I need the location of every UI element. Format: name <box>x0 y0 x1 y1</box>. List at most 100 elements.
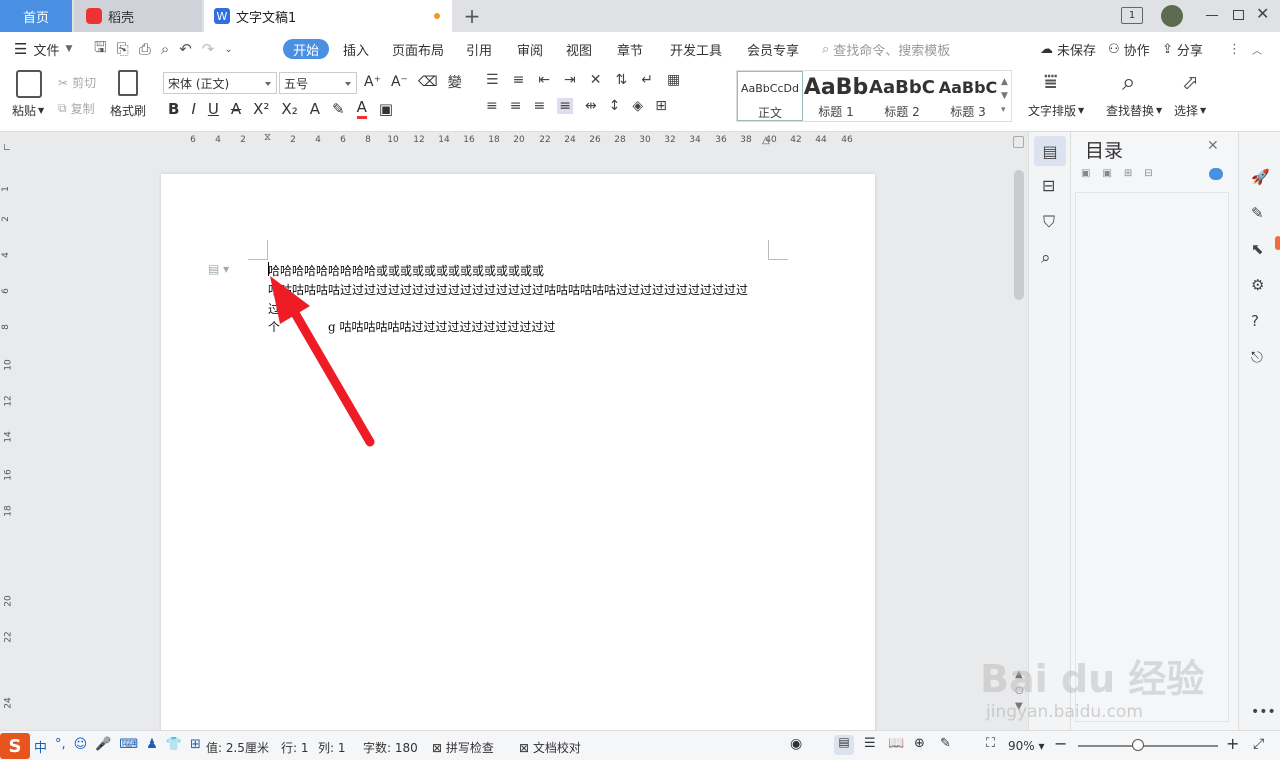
bookmark-icon[interactable]: ⛉ <box>1043 212 1055 232</box>
vertical-ruler[interactable]: 1 2 4 6 8 10 12 14 16 18 20 22 24 <box>0 150 18 730</box>
right-indent-marker-icon[interactable]: △ <box>762 135 770 146</box>
web-view-icon[interactable]: ⊕ <box>914 736 925 751</box>
select-button[interactable]: 选择 ▼ <box>1174 102 1206 119</box>
undo-icon[interactable]: ↶ <box>179 40 192 58</box>
page-view-icon[interactable]: ▤ <box>834 735 854 755</box>
font-name-select[interactable]: 宋体 (正文) <box>163 72 277 94</box>
line-spacing-icon[interactable]: ↕ <box>609 98 621 114</box>
new-tab-button[interactable]: + <box>460 4 484 28</box>
highlight-icon[interactable]: ✎ <box>332 100 345 118</box>
backup-icon[interactable]: ⎋ <box>1251 348 1263 366</box>
redo-icon[interactable]: ↷ <box>202 40 215 58</box>
tab-start[interactable]: 开始 <box>283 39 330 59</box>
minimize-icon[interactable] <box>1206 15 1218 16</box>
tab-daoke[interactable]: 稻壳 <box>74 0 202 32</box>
align-right-icon[interactable]: ≡ <box>533 98 545 114</box>
tab-member[interactable]: 会员专享 <box>747 32 799 66</box>
justify-icon[interactable]: ≡ <box>557 98 573 114</box>
style-normal[interactable]: AaBbCcDd 正文 <box>737 71 803 121</box>
style-heading3[interactable]: AaBbC 标题 3 <box>935 71 1001 121</box>
sogou-ime-icon[interactable]: S <box>0 733 30 759</box>
style-heading1[interactable]: AaBb 标题 1 <box>803 71 869 121</box>
underline-icon[interactable]: U <box>208 100 219 118</box>
shading-icon[interactable]: ◈ <box>632 98 643 114</box>
tab-chapter[interactable]: 章节 <box>617 32 643 66</box>
search-panel-icon[interactable]: ⌕ <box>1041 248 1051 268</box>
more-chevron-icon[interactable]: ⌄ <box>224 44 232 55</box>
bold-icon[interactable]: B <box>168 100 179 118</box>
subscript-icon[interactable]: X₂ <box>281 100 297 118</box>
window-count-icon[interactable]: 1 <box>1121 7 1143 24</box>
ime-mode-label[interactable]: 中 <box>34 737 47 756</box>
table-grid-icon[interactable]: ▦ <box>667 72 680 88</box>
outline-view-icon[interactable]: ☰ <box>864 736 876 751</box>
font-color-icon[interactable]: A <box>356 98 367 119</box>
avatar[interactable] <box>1161 5 1183 27</box>
char-border-icon[interactable]: ▣ <box>379 100 393 118</box>
unsaved-button[interactable]: ☁ 未保存 <box>1040 32 1096 66</box>
font-size-select[interactable]: 五号 <box>279 72 357 94</box>
tab-page-layout[interactable]: 页面布局 <box>392 32 444 66</box>
command-search[interactable]: ⌕ 查找命令、搜索模板 <box>822 32 950 66</box>
tab-home[interactable]: 首页 <box>0 0 72 32</box>
text-layout-button[interactable]: 文字排版 ▼ <box>1028 102 1084 119</box>
navigation-icon[interactable]: ⊟ <box>1042 176 1055 195</box>
tab-insert[interactable]: 插入 <box>343 32 369 66</box>
align-left-icon[interactable]: ≡ <box>486 98 498 114</box>
ime-emoji-icon[interactable]: ☺ <box>74 737 88 756</box>
expand-icon[interactable]: ▣ <box>1081 168 1090 179</box>
zoom-slider-track[interactable] <box>1078 745 1218 747</box>
doc-check-button[interactable]: ⊠ 文档校对 <box>519 739 581 756</box>
zoom-out-button[interactable]: − <box>1054 734 1067 753</box>
strikethrough-icon[interactable]: A <box>231 100 241 118</box>
pointer-icon[interactable]: ⬉ <box>1251 240 1264 258</box>
paragraph-handle-icon[interactable]: ▤ ▾ <box>208 262 229 276</box>
sync-toggle-icon[interactable] <box>1209 168 1223 180</box>
more-tools-icon[interactable]: ••• <box>1251 704 1276 720</box>
fullscreen-icon[interactable]: ⤢ <box>1253 736 1264 752</box>
eye-protect-icon[interactable]: ◉ <box>790 736 802 752</box>
ime-user-icon[interactable]: ♟ <box>146 737 158 756</box>
zoom-slider-thumb[interactable] <box>1132 739 1144 751</box>
collab-button[interactable]: ⚇ 协作 <box>1108 32 1150 66</box>
tab-document[interactable]: W 文字文稿1 <box>204 0 452 32</box>
cut-button[interactable]: ✂ 剪切 <box>58 74 96 91</box>
close-window-icon[interactable]: ✕ <box>1256 4 1269 23</box>
export-icon[interactable]: ⎘ <box>117 40 129 58</box>
find-replace-button[interactable]: 查找替换 ▼ <box>1106 102 1162 119</box>
help-icon[interactable]: ? <box>1251 312 1259 330</box>
format-painter-button[interactable]: 格式刷 <box>110 102 146 119</box>
chinese-layout-icon[interactable]: ✕ <box>590 72 602 88</box>
distribute-icon[interactable]: ⇹ <box>585 98 597 114</box>
close-panel-icon[interactable]: ✕ <box>1207 138 1219 154</box>
annotate-view-icon[interactable]: ✎ <box>940 736 951 751</box>
tab-devtools[interactable]: 开发工具 <box>670 32 722 66</box>
style-heading2[interactable]: AaBbC 标题 2 <box>869 71 935 121</box>
grow-font-icon[interactable]: A⁺ <box>364 74 381 90</box>
toc-panel-icon[interactable]: ▤ <box>1034 136 1066 166</box>
clear-format-icon[interactable]: ⌫ <box>418 74 438 90</box>
reading-view-icon[interactable]: 📖 <box>888 736 904 751</box>
bullet-list-icon[interactable]: ☰ <box>486 72 499 88</box>
superscript-icon[interactable]: X² <box>253 100 269 118</box>
spellcheck-button[interactable]: ⊠ 拼写检查 <box>432 739 494 756</box>
pen-icon[interactable]: ✎ <box>1251 204 1264 222</box>
borders-icon[interactable]: ⊞ <box>655 98 667 114</box>
phonetic-icon[interactable]: 變 <box>448 72 462 92</box>
word-count[interactable]: 字数: 180 <box>363 739 418 756</box>
save-icon[interactable]: 🖫 <box>94 37 107 62</box>
indent-marker-icon[interactable]: ⧖ <box>264 132 271 143</box>
horizontal-ruler[interactable]: 6 4 2 2 4 6 8 10 12 14 16 18 20 22 24 26 28 30 32 34 36 38 40 4… <box>0 132 1010 150</box>
share-button[interactable]: ⇪ 分享 <box>1162 32 1203 66</box>
ime-tools-icon[interactable]: ⊞ <box>190 737 201 756</box>
scrollbar-thumb[interactable] <box>1014 170 1024 300</box>
show-marks-icon[interactable]: ↵ <box>641 72 653 88</box>
increase-indent-icon[interactable]: ⇥ <box>564 72 576 88</box>
paste-icon[interactable] <box>16 70 42 98</box>
vertical-scrollbar[interactable]: ▲ ○ ▼ <box>1010 132 1028 730</box>
print-icon[interactable]: ⎙ <box>139 40 151 58</box>
more-menu-icon[interactable]: ⋮ <box>1228 32 1241 66</box>
paste-button[interactable]: 粘贴 ▼ <box>12 102 44 119</box>
collapse-icon[interactable]: ▣ <box>1102 168 1111 179</box>
zoom-level[interactable]: 90% ▾ <box>1008 739 1045 753</box>
